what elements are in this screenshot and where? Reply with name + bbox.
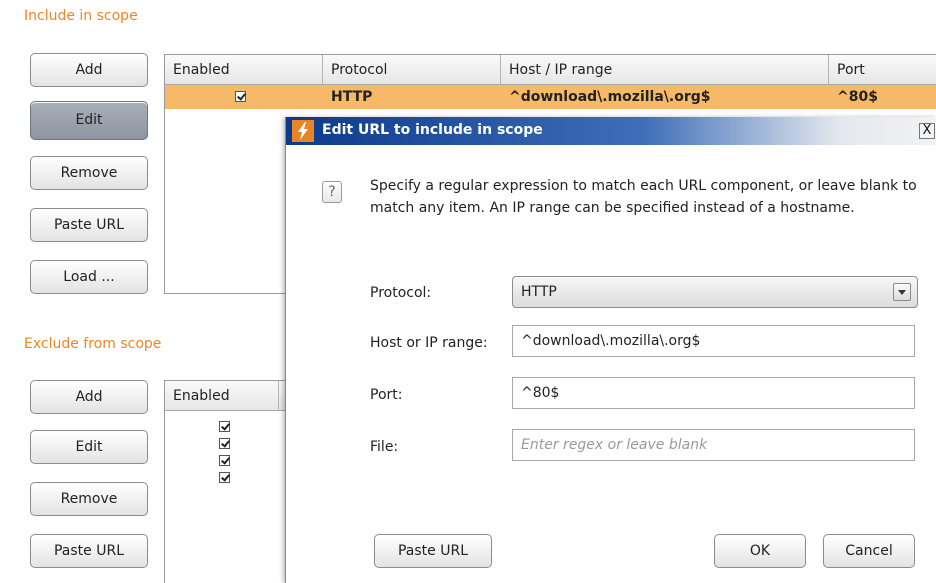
dialog-titlebar[interactable]: Edit URL to include in scope X	[286, 117, 936, 145]
close-icon[interactable]: X	[919, 123, 935, 139]
protocol-label: Protocol:	[370, 285, 432, 301]
exclude-scope-table[interactable]: Enabled	[164, 380, 304, 583]
host-label: Host or IP range:	[370, 335, 488, 351]
cancel-button[interactable]: Cancel	[823, 534, 915, 568]
port-label: Port:	[370, 387, 403, 403]
dialog-title: Edit URL to include in scope	[322, 122, 543, 138]
include-add-button[interactable]: Add	[30, 53, 148, 87]
help-icon: ?	[322, 181, 342, 203]
enabled-checkbox[interactable]	[219, 472, 230, 483]
column-header-port[interactable]: Port	[829, 55, 936, 85]
include-paste-url-button[interactable]: Paste URL	[30, 208, 148, 242]
row-protocol: HTTP	[331, 89, 373, 105]
edit-url-dialog: Edit URL to include in scope X ? Specify…	[285, 117, 936, 583]
exclude-edit-button[interactable]: Edit	[30, 430, 148, 464]
protocol-select-value: HTTP	[521, 284, 557, 300]
file-label: File:	[370, 439, 399, 455]
column-header-enabled[interactable]: Enabled	[165, 381, 279, 411]
protocol-select[interactable]: HTTP	[512, 276, 918, 308]
app-lightning-icon	[292, 120, 314, 142]
include-scope-title: Include in scope	[24, 8, 138, 24]
exclude-paste-url-button[interactable]: Paste URL	[30, 534, 148, 568]
include-edit-button[interactable]: Edit	[30, 101, 148, 140]
enabled-checkbox[interactable]	[219, 455, 230, 466]
exclude-scope-title: Exclude from scope	[24, 336, 162, 352]
column-header-host[interactable]: Host / IP range	[501, 55, 829, 85]
exclude-remove-button[interactable]: Remove	[30, 482, 148, 516]
port-input[interactable]: ^80$	[512, 377, 915, 409]
column-header-protocol[interactable]: Protocol	[323, 55, 501, 85]
include-remove-button[interactable]: Remove	[30, 156, 148, 190]
dialog-paste-url-button[interactable]: Paste URL	[374, 534, 492, 568]
table-row[interactable]: HTTP ^download\.mozilla\.org$ ^80$	[165, 85, 936, 109]
enabled-checkbox[interactable]	[235, 91, 246, 102]
exclude-add-button[interactable]: Add	[30, 380, 148, 414]
include-load-button[interactable]: Load ...	[30, 260, 148, 294]
row-host: ^download\.mozilla\.org$	[509, 89, 711, 105]
row-port: ^80$	[837, 89, 878, 105]
chevron-down-icon[interactable]	[893, 283, 911, 301]
host-input[interactable]: ^download\.mozilla\.org$	[512, 325, 915, 357]
ok-button[interactable]: OK	[714, 534, 806, 568]
column-header-enabled[interactable]: Enabled	[165, 55, 323, 85]
enabled-checkbox[interactable]	[219, 421, 230, 432]
file-input[interactable]: Enter regex or leave blank	[512, 429, 915, 461]
enabled-checkbox[interactable]	[219, 438, 230, 449]
dialog-description: Specify a regular expression to match ea…	[370, 178, 917, 216]
